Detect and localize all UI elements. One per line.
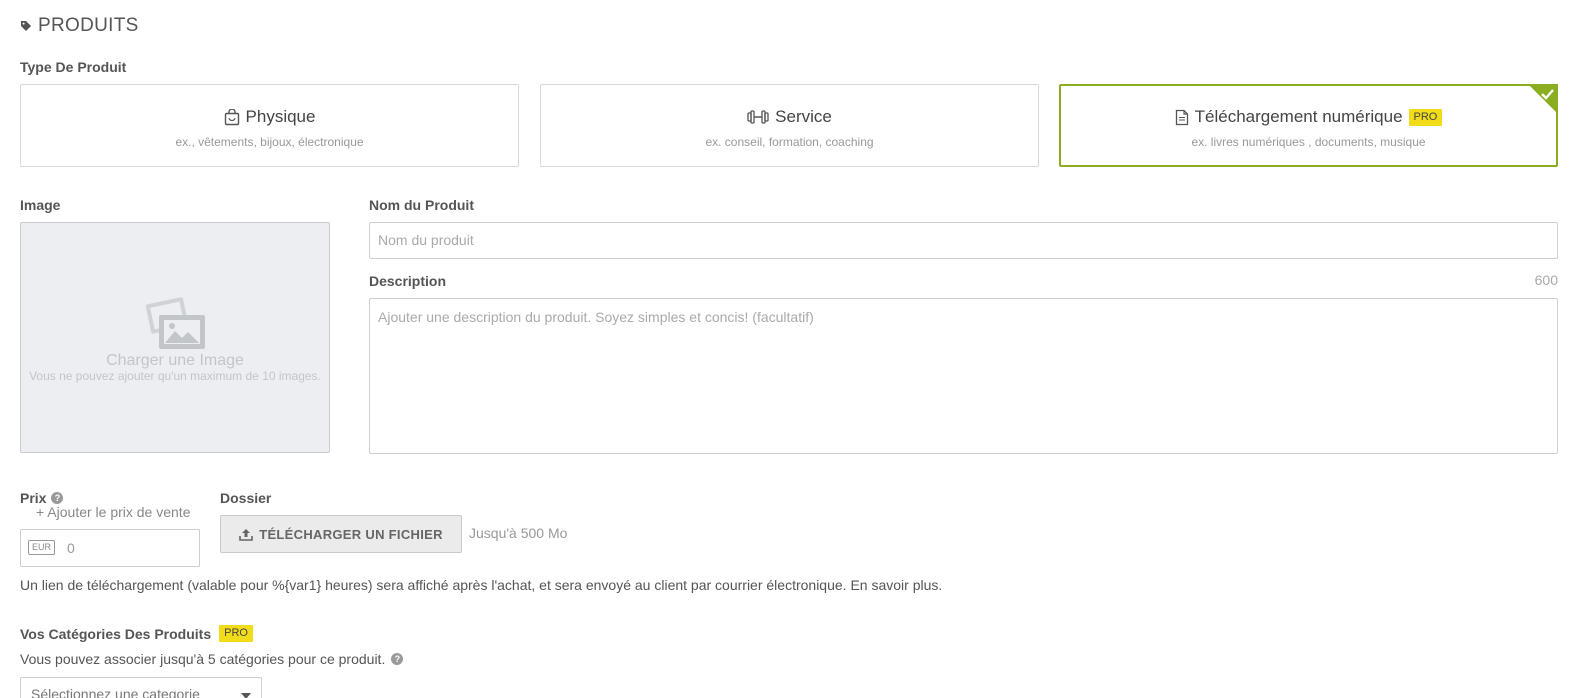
price-placeholder: 0 [67, 540, 75, 556]
image-upload-area[interactable]: Charger une Image Vous ne pouvez ajouter… [20, 222, 330, 453]
currency-badge: EUR [28, 540, 56, 555]
description-char-counter: 600 [1534, 272, 1558, 288]
type-card-title: Service [775, 107, 832, 126]
document-icon [1175, 109, 1188, 125]
images-icon [145, 297, 205, 349]
section-header: PRODUITS [20, 14, 139, 38]
product-name-label: Nom du Produit [369, 197, 474, 213]
categories-label-row: Vos Catégories Des Produits PRO [20, 625, 253, 642]
type-card-title: Téléchargement numérique [1194, 107, 1403, 126]
categories-label: Vos Catégories Des Produits [20, 625, 212, 642]
chevron-down-icon [241, 693, 251, 698]
category-select-placeholder: Sélectionnez une categorie [31, 686, 200, 698]
type-card-digital-download[interactable]: Téléchargement numérique PRO ex. livres … [1059, 84, 1558, 167]
download-info-text: Un lien de téléchargement (valable pour … [20, 577, 943, 593]
type-card-subtitle: ex. conseil, formation, coaching [705, 135, 874, 149]
dumbbell-icon [747, 110, 769, 124]
type-card-subtitle: ex. livres numériques , documents, musiq… [1191, 135, 1426, 149]
categories-help-row: Vous pouvez associer jusqu'à 5 catégorie… [20, 651, 404, 667]
section-title: PRODUITS [38, 15, 139, 36]
add-sale-price-link[interactable]: + Ajouter le prix de vente [36, 504, 191, 520]
type-card-physical[interactable]: Physique ex., vêtements, bijoux, électro… [20, 84, 519, 167]
shopping-bag-icon [224, 108, 239, 125]
type-card-service[interactable]: Service ex. conseil, formation, coaching [540, 84, 1039, 167]
help-icon[interactable]: ? [391, 653, 404, 665]
pro-badge: PRO [219, 625, 253, 642]
upload-image-title: Charger une Image [106, 352, 244, 369]
type-card-subtitle: ex., vêtements, bijoux, électronique [175, 135, 364, 149]
check-icon [1541, 89, 1554, 100]
type-card-title: Physique [245, 107, 316, 126]
price-input[interactable]: EUR 0 [20, 529, 200, 567]
pro-badge: PRO [1408, 108, 1443, 126]
upload-file-label: TÉLÉCHARGER UN FICHIER [259, 526, 443, 542]
description-label: Description [369, 273, 447, 289]
description-textarea[interactable]: Ajouter une description du produit. Soye… [369, 298, 1558, 454]
upload-image-hint: Vous ne pouvez ajouter qu'un maximum de … [29, 369, 321, 383]
product-type-label: Type De Produit [20, 59, 127, 75]
file-label: Dossier [220, 490, 272, 506]
categories-help-text: Vous pouvez associer jusqu'à 5 catégorie… [20, 651, 386, 667]
tag-icon [21, 21, 31, 31]
product-name-input[interactable]: Nom du produit [369, 222, 1558, 259]
upload-file-button[interactable]: TÉLÉCHARGER UN FICHIER [220, 515, 462, 553]
upload-icon [239, 528, 254, 541]
image-label: Image [20, 197, 61, 213]
file-size-limit: Jusqu'à 500 Mo [469, 525, 568, 541]
help-icon[interactable]: ? [51, 492, 64, 504]
category-select[interactable]: Sélectionnez une categorie [20, 677, 262, 698]
